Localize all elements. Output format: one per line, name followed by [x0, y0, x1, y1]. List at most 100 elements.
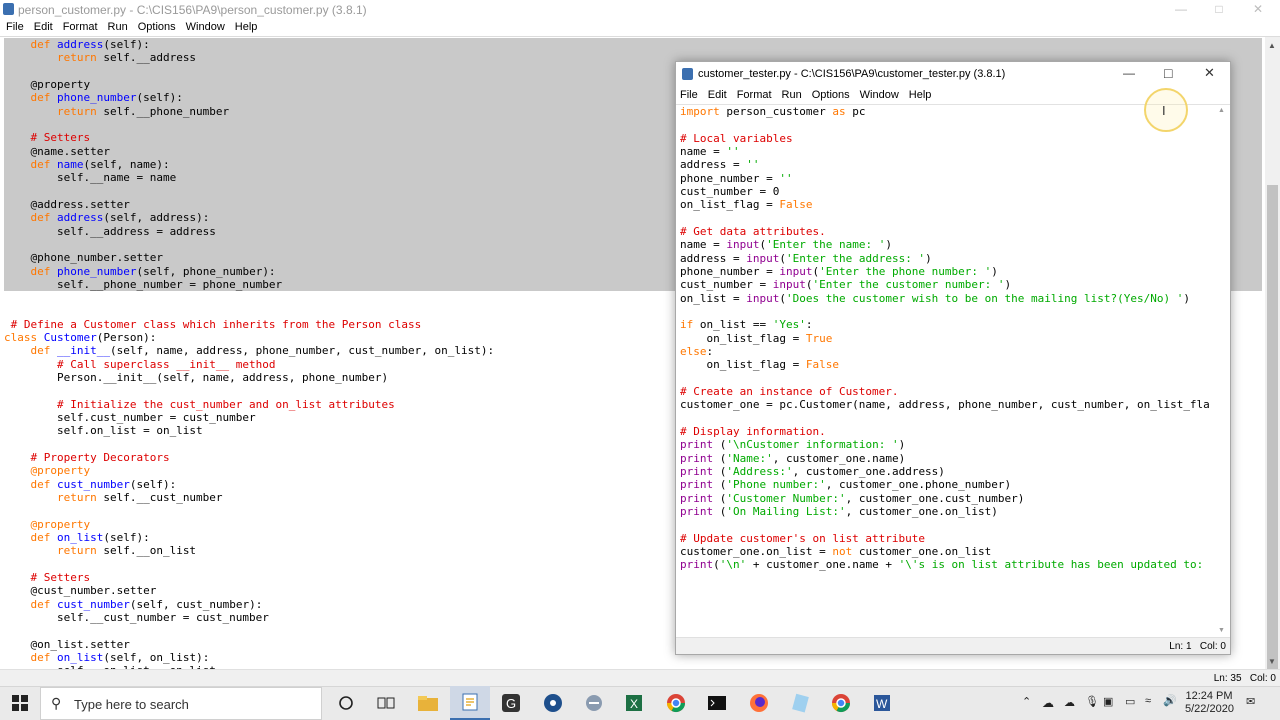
menu-format[interactable]: Format	[737, 87, 772, 104]
search-placeholder: Type here to search	[74, 697, 189, 712]
cursor-highlight	[1144, 88, 1188, 132]
cortana-icon[interactable]	[326, 686, 366, 720]
child-title-bar: customer_tester.py - C:\CIS156\PA9\custo…	[676, 62, 1230, 86]
main-window-title: person_customer.py - C:\CIS156\PA9\perso…	[18, 3, 367, 17]
idle-taskbar-icon[interactable]	[450, 686, 490, 720]
code-line: def __init__(self, name, address, phone_…	[30, 344, 495, 358]
code-line: # Create an instance of Customer.	[680, 384, 899, 398]
code-line: import person_customer as pc	[680, 105, 866, 118]
code-line: def cust_number(self, cust_number):	[30, 597, 263, 611]
scroll-down-icon[interactable]: ▼	[1268, 657, 1276, 666]
child-cursor-position: Ln: 1 Col: 0	[1169, 641, 1226, 652]
code-line: # Update customer's on list attribute	[680, 531, 926, 545]
camera-icon[interactable]: ▣	[1103, 695, 1113, 708]
code-line: # Local variables	[680, 131, 793, 145]
menu-options[interactable]: Options	[812, 87, 850, 104]
code-line: def address(self):	[4, 38, 1262, 52]
menu-window[interactable]: Window	[186, 19, 225, 36]
code-line: on_list = input('Does the customer wish …	[680, 291, 1190, 305]
code-line: # Setters	[30, 570, 91, 584]
task-view-icon[interactable]	[366, 686, 406, 720]
onedrive-icon[interactable]: ☁	[1064, 696, 1075, 709]
grammarly-icon[interactable]: G	[491, 686, 531, 720]
child-menu-bar: File Edit Format Run Options Window Help	[680, 87, 1220, 104]
code-line: cust_number = 0	[680, 184, 780, 198]
code-line: phone_number = ''	[680, 171, 793, 185]
firefox-icon[interactable]	[739, 686, 779, 720]
code-line: else:	[680, 344, 714, 358]
menu-window[interactable]: Window	[860, 87, 899, 104]
scroll-down-icon[interactable]: ▼	[1218, 627, 1225, 634]
scrollbar-thumb[interactable]	[1267, 185, 1278, 683]
close-icon[interactable]: ✕	[1238, 0, 1278, 19]
maximize-icon[interactable]: □	[1199, 0, 1239, 19]
terminal-icon[interactable]	[697, 686, 737, 720]
svg-text:G: G	[506, 696, 516, 711]
code-line: print ('On Mailing List:', customer_one.…	[680, 504, 998, 518]
main-menu-bar: File Edit Format Run Options Window Help	[6, 19, 666, 36]
windows-start-icon[interactable]	[0, 686, 40, 720]
excel-icon[interactable]: X	[614, 686, 654, 720]
menu-options[interactable]: Options	[138, 19, 176, 36]
menu-help[interactable]: Help	[909, 87, 932, 104]
menu-format[interactable]: Format	[63, 19, 98, 36]
microphone-icon[interactable]: 🎙	[1085, 695, 1099, 708]
menu-edit[interactable]: Edit	[34, 19, 53, 36]
maximize-icon[interactable]: □	[1164, 65, 1172, 81]
scroll-up-icon[interactable]: ▲	[1218, 107, 1225, 114]
minimize-icon[interactable]: —	[1161, 0, 1201, 19]
search-icon: ⚲	[51, 695, 62, 711]
wifi-icon[interactable]: ≈	[1145, 695, 1151, 707]
taskbar-search-box[interactable]: ⚲ Type here to search	[40, 687, 322, 720]
main-vertical-scrollbar[interactable]: ▲ ▼	[1265, 37, 1280, 683]
menu-run[interactable]: Run	[782, 87, 802, 104]
child-vertical-scrollbar[interactable]: ▲ ▼	[1215, 105, 1230, 637]
snipping-tool-icon[interactable]	[574, 686, 614, 720]
code-line: cust_number = input('Enter the customer …	[680, 278, 1012, 292]
system-clock[interactable]: 12:24 PM 5/22/2020	[1185, 690, 1234, 716]
code-line: # Get data attributes.	[680, 224, 826, 238]
code-line: on_list_flag = True	[680, 331, 833, 345]
battery-icon[interactable]: ▭	[1125, 695, 1135, 708]
main-editor[interactable]: # Define a Customer class which inherits…	[4, 291, 674, 669]
chrome-icon[interactable]	[656, 686, 696, 720]
code-line: self.cust_number = cust_number	[4, 410, 256, 424]
child-editor[interactable]: import person_customer as pc # Local vari…	[680, 105, 1213, 635]
notepad-icon[interactable]	[780, 686, 820, 720]
code-line: print ('Customer Number:', customer_one.…	[680, 491, 1025, 505]
menu-edit[interactable]: Edit	[708, 87, 727, 104]
notifications-icon[interactable]: ✉	[1246, 695, 1255, 708]
code-line: print('\n' + customer_one.name + '\'s is…	[680, 558, 1210, 572]
close-icon[interactable]: ✕	[1204, 65, 1215, 81]
code-line: address = ''	[680, 158, 760, 172]
code-line: # Property Decorators	[30, 450, 170, 464]
code-line: self.__cust_number = cust_number	[4, 610, 269, 624]
volume-icon[interactable]: 🔊	[1163, 694, 1177, 707]
menu-file[interactable]: File	[680, 87, 698, 104]
file-explorer-icon[interactable]	[408, 686, 448, 720]
menu-run[interactable]: Run	[108, 19, 128, 36]
code-line: # Call superclass __init__ method	[56, 357, 276, 371]
code-line: @on_list.setter	[4, 637, 130, 651]
network-drive-icon[interactable]: ☁	[1042, 696, 1054, 710]
code-line: return self.__on_list	[56, 544, 197, 558]
chrome-icon-2[interactable]	[821, 686, 861, 720]
scroll-up-icon[interactable]: ▲	[1268, 41, 1276, 50]
word-icon[interactable]: W	[862, 686, 902, 720]
child-status-bar: Ln: 1 Col: 0	[676, 637, 1230, 654]
menu-help[interactable]: Help	[235, 19, 258, 36]
main-cursor-position: Ln: 35 Col: 0	[1213, 673, 1276, 684]
code-line: on_list_flag = False	[680, 198, 813, 212]
code-line: @cust_number.setter	[4, 584, 157, 598]
media-player-icon[interactable]	[533, 686, 573, 720]
minimize-icon[interactable]: —	[1123, 66, 1135, 80]
show-hidden-icons-icon[interactable]: ⌃	[1022, 695, 1031, 708]
customer-tester-window[interactable]: customer_tester.py - C:\CIS156\PA9\custo…	[675, 61, 1231, 655]
clock-time: 12:24 PM	[1185, 690, 1233, 702]
menu-file[interactable]: File	[6, 19, 24, 36]
